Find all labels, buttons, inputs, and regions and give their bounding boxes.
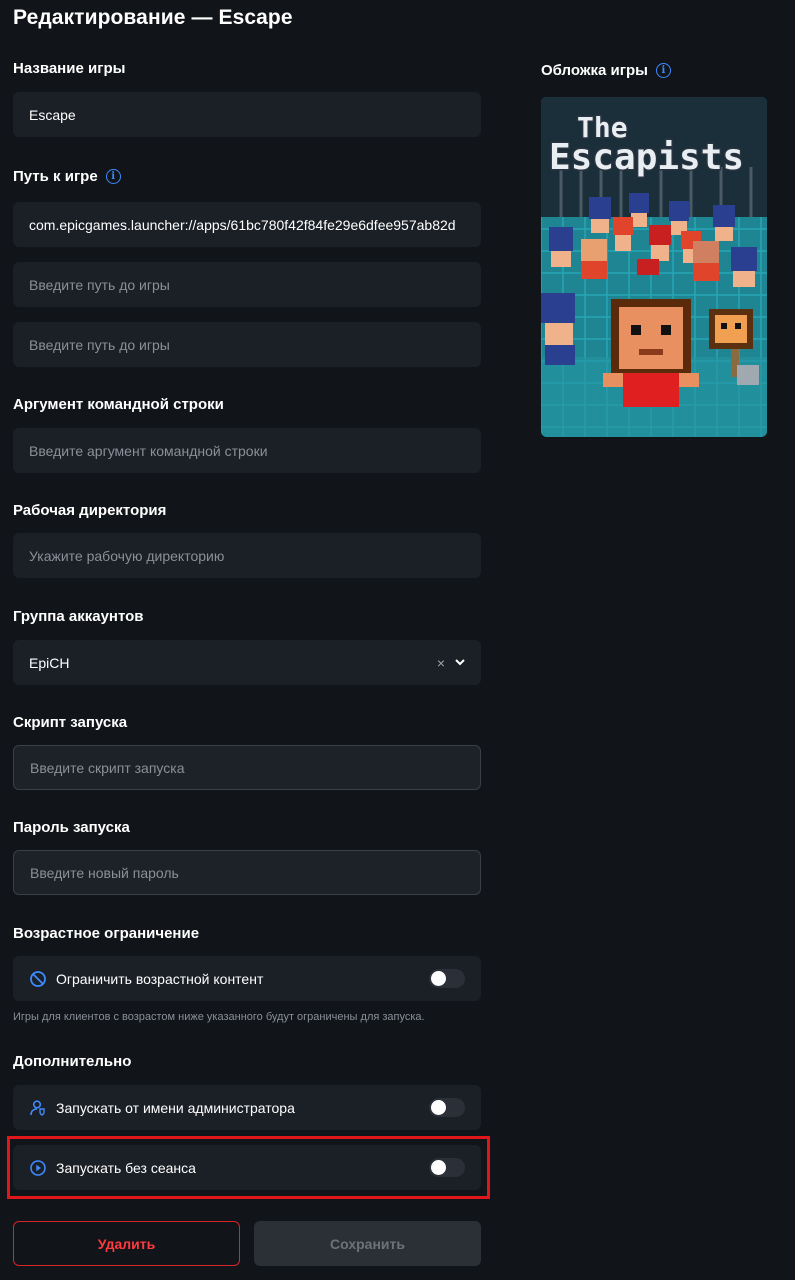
toggle-knob: [431, 971, 446, 986]
args-input[interactable]: Введите аргумент командной строки: [13, 428, 481, 473]
workdir-placeholder: Укажите рабочую директорию: [29, 547, 225, 564]
launch-password-input[interactable]: Введите новый пароль: [13, 850, 481, 895]
cover-label: Обложка игры i: [541, 62, 671, 79]
page-title: Редактирование — Escape: [13, 6, 293, 29]
launch-script-placeholder: Введите скрипт запуска: [30, 759, 185, 776]
age-restriction-label: Возрастное ограничение: [13, 925, 199, 942]
workdir-label-text: Рабочая директория: [13, 502, 167, 519]
run-as-admin-row[interactable]: Запускать от имени администратора: [13, 1085, 481, 1130]
save-button[interactable]: Сохранить: [254, 1221, 481, 1266]
game-path-placeholder: Введите путь до игры: [29, 336, 170, 353]
account-group-label: Группа аккаунтов: [13, 608, 144, 625]
game-path-input-2[interactable]: Введите путь до игры: [13, 262, 481, 307]
extra-label: Дополнительно: [13, 1053, 131, 1070]
args-placeholder: Введите аргумент командной строки: [29, 442, 268, 459]
cover-label-text: Обложка игры: [541, 62, 648, 79]
game-path-value: com.epicgames.launcher://apps/61bc780f42…: [29, 216, 456, 233]
game-name-value: Escape: [29, 106, 76, 123]
chevron-down-icon[interactable]: [455, 657, 465, 669]
account-group-value: EpiCH: [29, 654, 70, 671]
workdir-label: Рабочая директория: [13, 502, 166, 519]
game-name-label: Название игры: [13, 60, 125, 77]
game-path-label-text: Путь к игре: [13, 168, 98, 185]
launch-script-label-text: Скрипт запуска: [13, 714, 128, 731]
game-name-label-text: Название игры: [13, 60, 126, 77]
args-label-text: Аргумент командной строки: [13, 396, 224, 413]
game-name-input[interactable]: Escape: [13, 92, 481, 137]
age-restriction-hint: Игры для клиентов с возрастом ниже указа…: [13, 1011, 425, 1023]
launch-script-input[interactable]: Введите скрипт запуска: [13, 745, 481, 790]
launch-password-label-text: Пароль запуска: [13, 819, 130, 836]
account-group-label-text: Группа аккаунтов: [13, 608, 144, 625]
account-group-select[interactable]: EpiCH ×: [13, 640, 481, 685]
highlight-frame: [7, 1136, 490, 1199]
launch-script-label: Скрипт запуска: [13, 714, 127, 731]
no-entry-icon: [29, 970, 47, 988]
info-icon[interactable]: i: [105, 169, 121, 184]
delete-button[interactable]: Удалить: [13, 1221, 240, 1266]
edit-game-page: Редактирование — Escape Название игры Es…: [0, 0, 795, 1280]
game-path-input-3[interactable]: Введите путь до игры: [13, 322, 481, 367]
age-restriction-label-text: Возрастное ограничение: [13, 925, 200, 942]
game-cover-image[interactable]: The Escapists: [541, 97, 767, 437]
info-icon[interactable]: i: [655, 63, 671, 78]
clear-icon[interactable]: ×: [437, 655, 445, 671]
workdir-input[interactable]: Укажите рабочую директорию: [13, 533, 481, 578]
user-shield-icon: [29, 1099, 47, 1117]
launch-password-label: Пароль запуска: [13, 819, 130, 836]
game-path-label: Путь к игре i: [13, 168, 121, 185]
game-path-placeholder: Введите путь до игры: [29, 276, 170, 293]
args-label: Аргумент командной строки: [13, 396, 224, 413]
cover-logo-line2: Escapists: [549, 137, 744, 178]
game-path-input-1[interactable]: com.epicgames.launcher://apps/61bc780f42…: [13, 202, 481, 247]
age-restriction-row[interactable]: Ограничить возрастной контент: [13, 956, 481, 1001]
age-restriction-toggle[interactable]: [429, 969, 465, 988]
extra-label-text: Дополнительно: [13, 1053, 132, 1070]
cover-art: The Escapists: [541, 97, 767, 437]
launch-password-placeholder: Введите новый пароль: [30, 864, 179, 881]
run-as-admin-toggle[interactable]: [429, 1098, 465, 1117]
age-restriction-toggle-label: Ограничить возрастной контент: [56, 970, 264, 987]
toggle-knob: [431, 1100, 446, 1115]
run-as-admin-label: Запускать от имени администратора: [56, 1099, 295, 1116]
